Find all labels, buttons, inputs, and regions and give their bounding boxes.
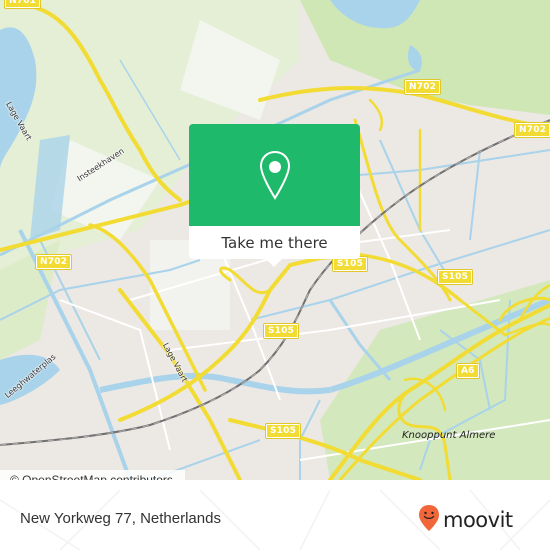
road-shield-s105: S105 [262, 323, 300, 339]
place-label-knooppunt-almere: Knooppunt Almere [402, 430, 496, 441]
take-me-there-button[interactable]: Take me there [189, 226, 360, 259]
popup-header[interactable] [189, 124, 360, 226]
road-shield-n702: N702 [403, 79, 442, 95]
moovit-pin-icon [418, 504, 440, 536]
road-shield-n702: N702 [513, 122, 550, 138]
road-shield-s105: S105 [436, 269, 474, 285]
road-shield-a6: A6 [456, 363, 480, 379]
destination-popup[interactable]: Take me there [189, 124, 360, 267]
map-attribution[interactable]: © OpenStreetMap contributors [0, 470, 185, 480]
road-shield-s105: S105 [264, 423, 302, 439]
road-shield-n702: N702 [34, 254, 73, 270]
popup-pointer [265, 258, 283, 267]
map[interactable]: N701 N702 N702 N702 S105 S105 S105 S105 … [0, 0, 550, 480]
road-shield-n701: N701 [3, 0, 42, 9]
moovit-logo[interactable]: moovit [418, 504, 513, 536]
address-text: New Yorkweg 77, Netherlands [20, 510, 221, 527]
moovit-wordmark: moovit [443, 508, 513, 532]
road-shield-s105: S105 [331, 256, 369, 272]
